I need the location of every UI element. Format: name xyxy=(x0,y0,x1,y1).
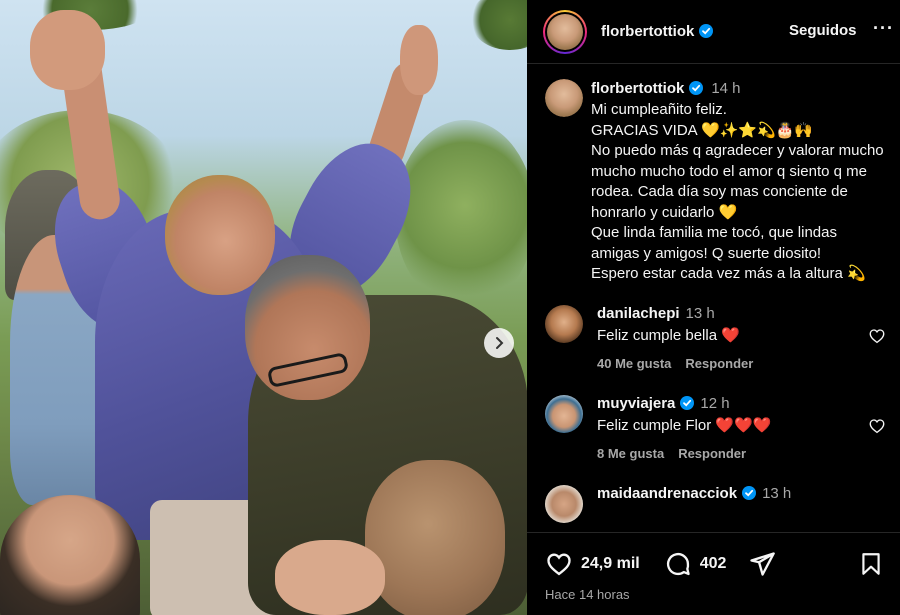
comment-avatar[interactable] xyxy=(545,304,583,343)
caption-avatar[interactable] xyxy=(545,79,583,117)
heart-icon[interactable] xyxy=(545,550,573,578)
comment-likes[interactable]: 40 Me gusta xyxy=(597,356,671,371)
share-icon[interactable] xyxy=(748,550,776,578)
share-action[interactable] xyxy=(748,550,776,578)
comment-likes[interactable]: 8 Me gusta xyxy=(597,446,664,461)
verified-badge-icon xyxy=(689,81,704,95)
post-timestamp: Hace 14 horas xyxy=(545,587,630,602)
comment-time: 13 h xyxy=(762,484,792,502)
comment-username[interactable]: maidaandrenacciok xyxy=(597,485,737,502)
comment-time: 13 h xyxy=(685,304,715,322)
likes-count[interactable]: 24,9 mil xyxy=(581,555,640,573)
save-bookmark-icon[interactable] xyxy=(858,550,884,578)
caption-time: 14 h xyxy=(711,80,741,97)
verified-badge-icon xyxy=(742,485,757,500)
comment-text: Feliz cumple bella ❤️ xyxy=(597,326,740,344)
next-photo-button[interactable] xyxy=(484,328,514,358)
following-button[interactable]: Seguidos xyxy=(789,22,857,39)
post-caption: florbertottiok 14 h Mi cumpleañito feliz.… xyxy=(527,65,900,285)
more-options-button[interactable]: ··· xyxy=(873,18,894,39)
chevron-right-icon xyxy=(496,337,504,349)
post-photo xyxy=(0,0,527,615)
caption-text: Mi cumpleañito feliz. GRACIAS VIDA 💛✨⭐💫🎂… xyxy=(591,101,884,282)
like-action[interactable]: 24,9 mil xyxy=(545,550,640,578)
comments-scroll[interactable]: florbertottiok 14 h Mi cumpleañito feliz.… xyxy=(527,65,900,532)
comment-username[interactable]: danilachepi xyxy=(597,305,680,322)
reply-button[interactable]: Responder xyxy=(678,446,746,461)
comment-username[interactable]: muyviajera xyxy=(597,395,675,412)
comment: muyviajera 12 h Feliz cumple Flor ❤️❤️❤️ … xyxy=(527,394,900,461)
author-username[interactable]: florbertottiok xyxy=(601,23,714,40)
comment: maidaandrenacciok 13 h xyxy=(527,484,900,523)
heart-icon[interactable] xyxy=(868,327,886,345)
comment: danilachepi 13 h Feliz cumple bella ❤️ 40… xyxy=(527,304,900,371)
verified-badge-icon xyxy=(680,395,695,410)
heart-icon[interactable] xyxy=(868,417,886,435)
author-avatar[interactable] xyxy=(543,9,587,54)
post-actions-bar: 24,9 mil 402 Hace 14 horas xyxy=(527,532,900,615)
comment-action[interactable]: 402 xyxy=(664,550,727,578)
post-header: florbertottiok Seguidos ··· xyxy=(527,0,900,64)
comment-text: Feliz cumple Flor ❤️❤️❤️ xyxy=(597,416,772,434)
comment-icon[interactable] xyxy=(664,550,692,578)
comment-avatar[interactable] xyxy=(545,394,583,433)
caption-username[interactable]: florbertottiok xyxy=(591,80,684,97)
comment-time: 12 h xyxy=(700,394,730,412)
reply-button[interactable]: Responder xyxy=(685,356,753,371)
verified-badge-icon xyxy=(699,24,714,38)
post-details-panel: florbertottiok Seguidos ··· florbertotti… xyxy=(527,0,900,615)
comments-count[interactable]: 402 xyxy=(700,555,727,573)
comment-avatar[interactable] xyxy=(545,484,583,523)
